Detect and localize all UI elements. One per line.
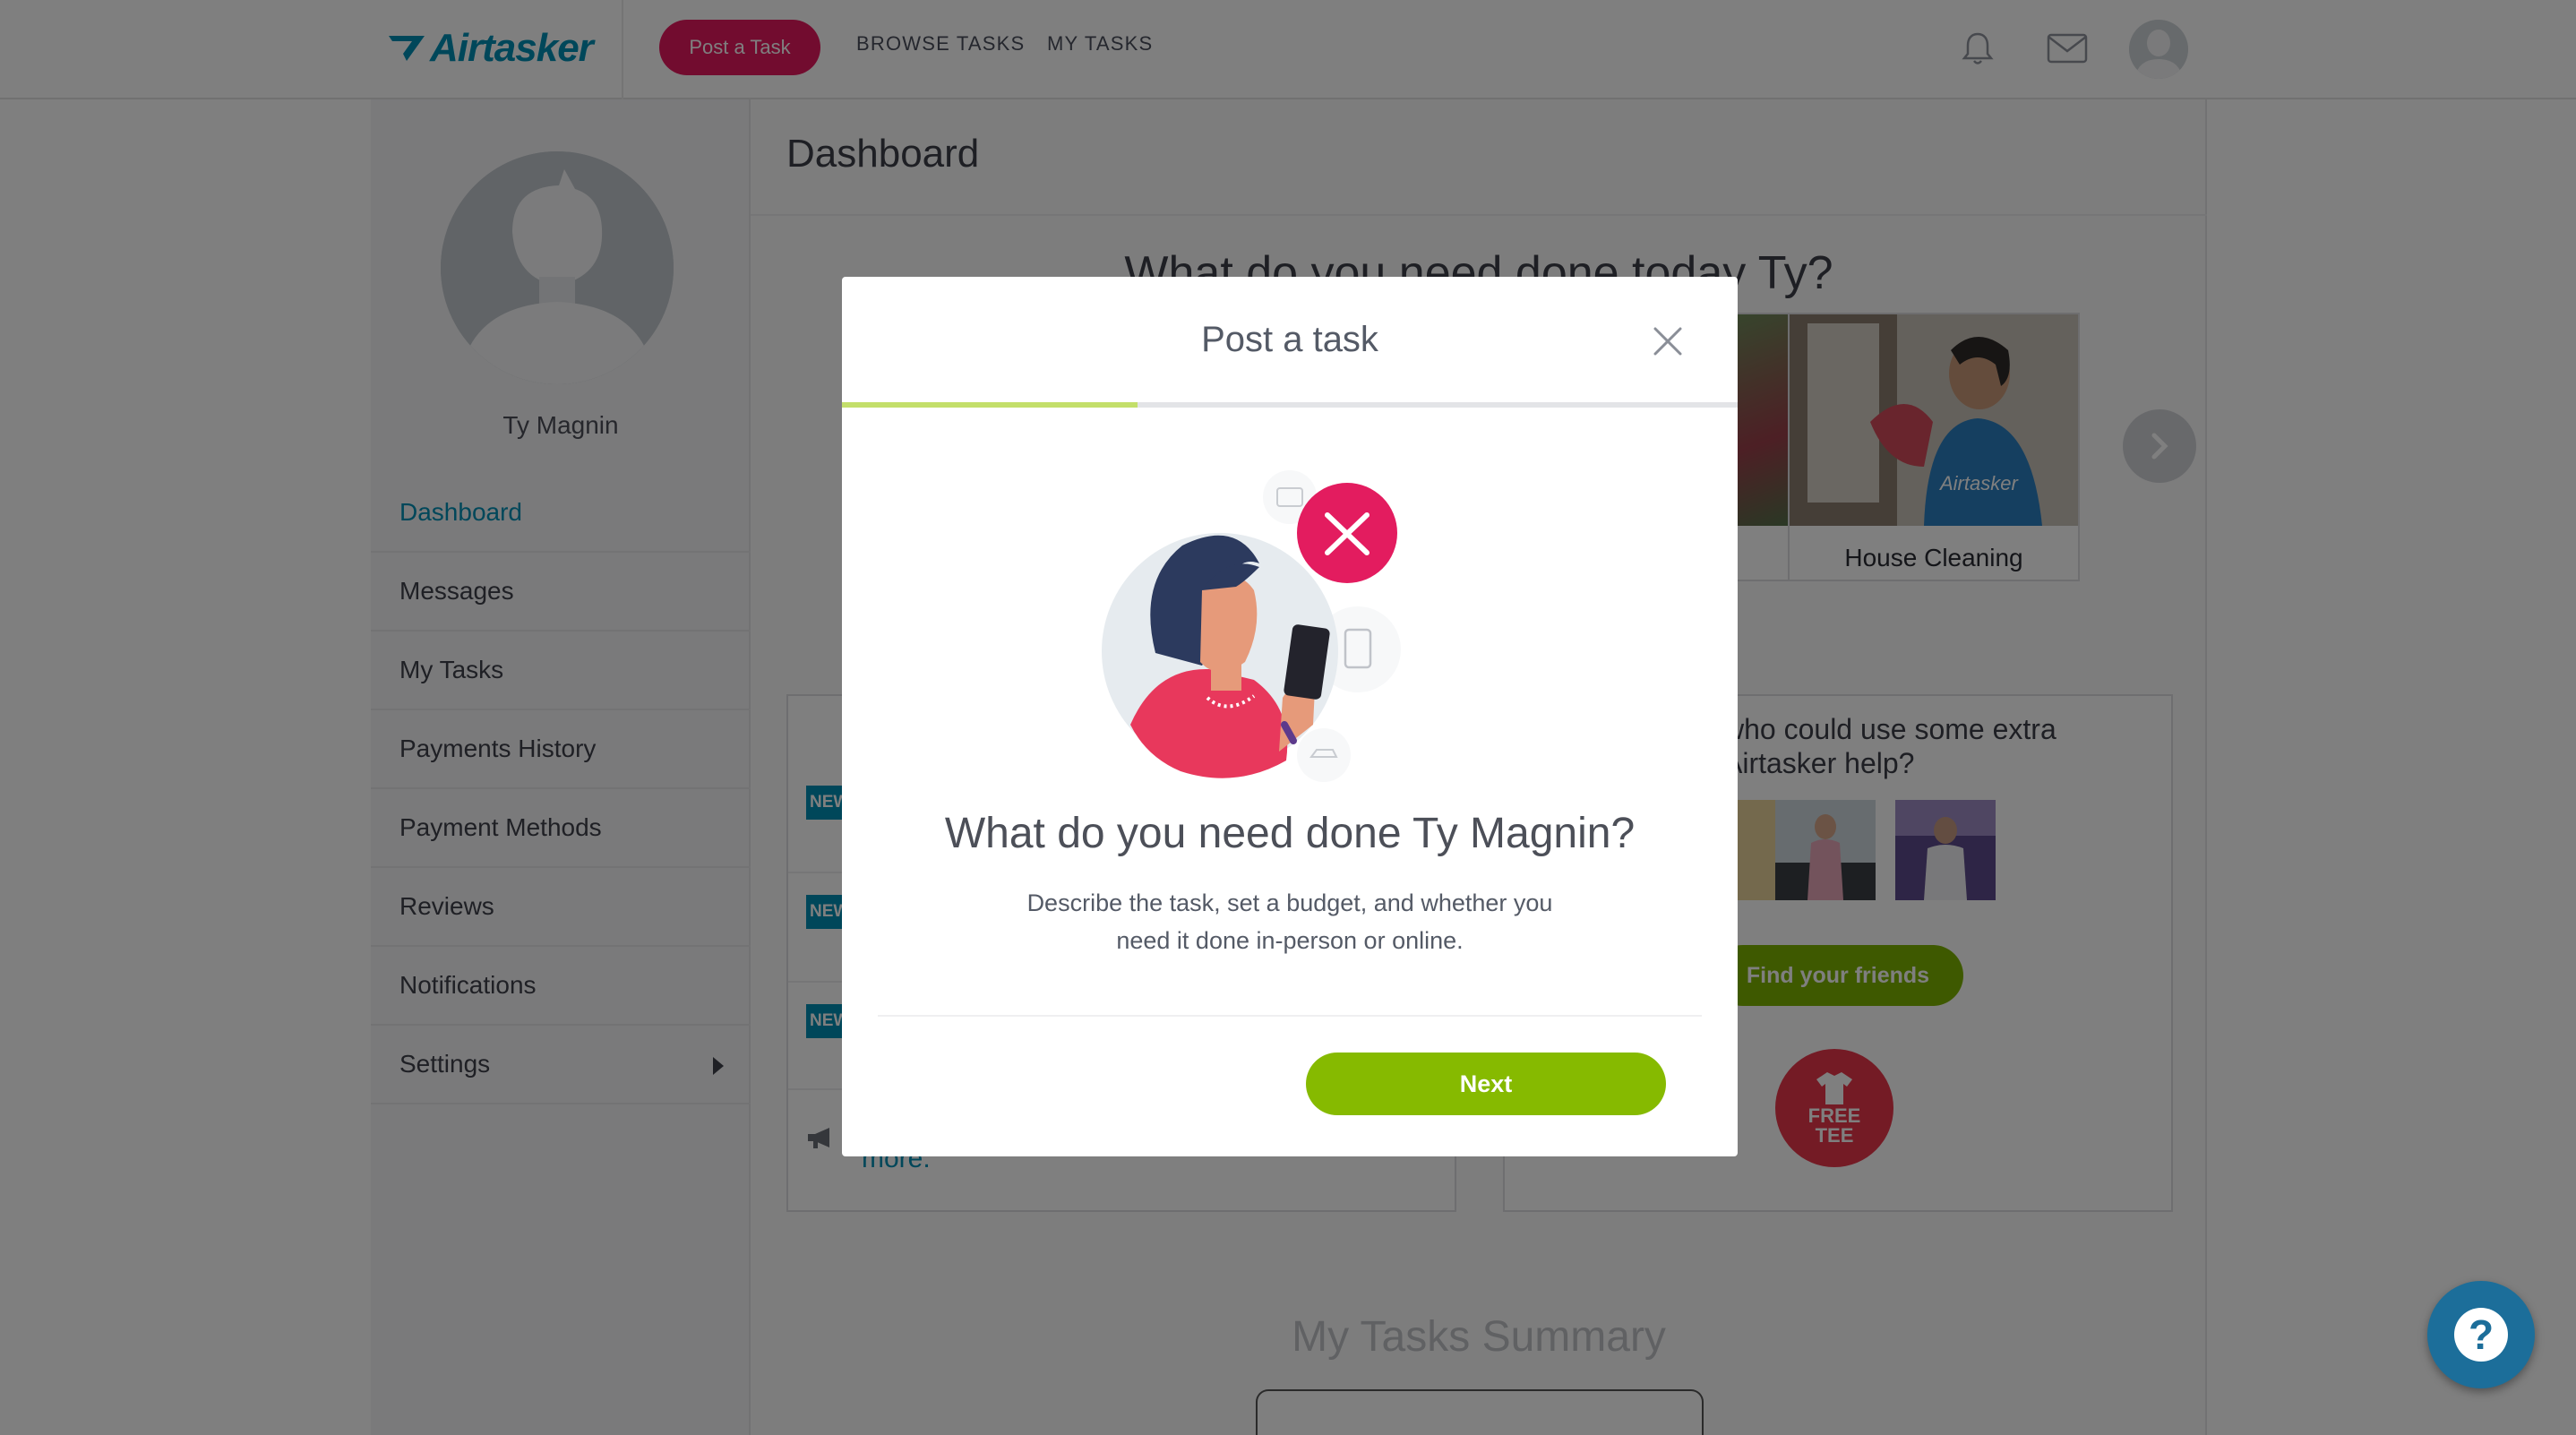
post-task-modal: Post a task What do you need done Ty Mag… [842, 277, 1738, 1156]
modal-heading: What do you need done Ty Magnin? [944, 810, 1636, 857]
help-button[interactable]: ? [2427, 1281, 2535, 1388]
modal-title: Post a task [1201, 320, 1378, 359]
modal-description: Describe the task, set a budget, and whe… [1026, 889, 1553, 954]
task-illustration [1102, 470, 1401, 782]
progress-fill [842, 402, 1138, 408]
progress-track [842, 402, 1738, 408]
question-mark-icon: ? [2454, 1308, 2508, 1362]
modal-divider [878, 1015, 1702, 1017]
next-button[interactable]: Next [1306, 1053, 1666, 1115]
close-icon[interactable] [1644, 318, 1691, 365]
